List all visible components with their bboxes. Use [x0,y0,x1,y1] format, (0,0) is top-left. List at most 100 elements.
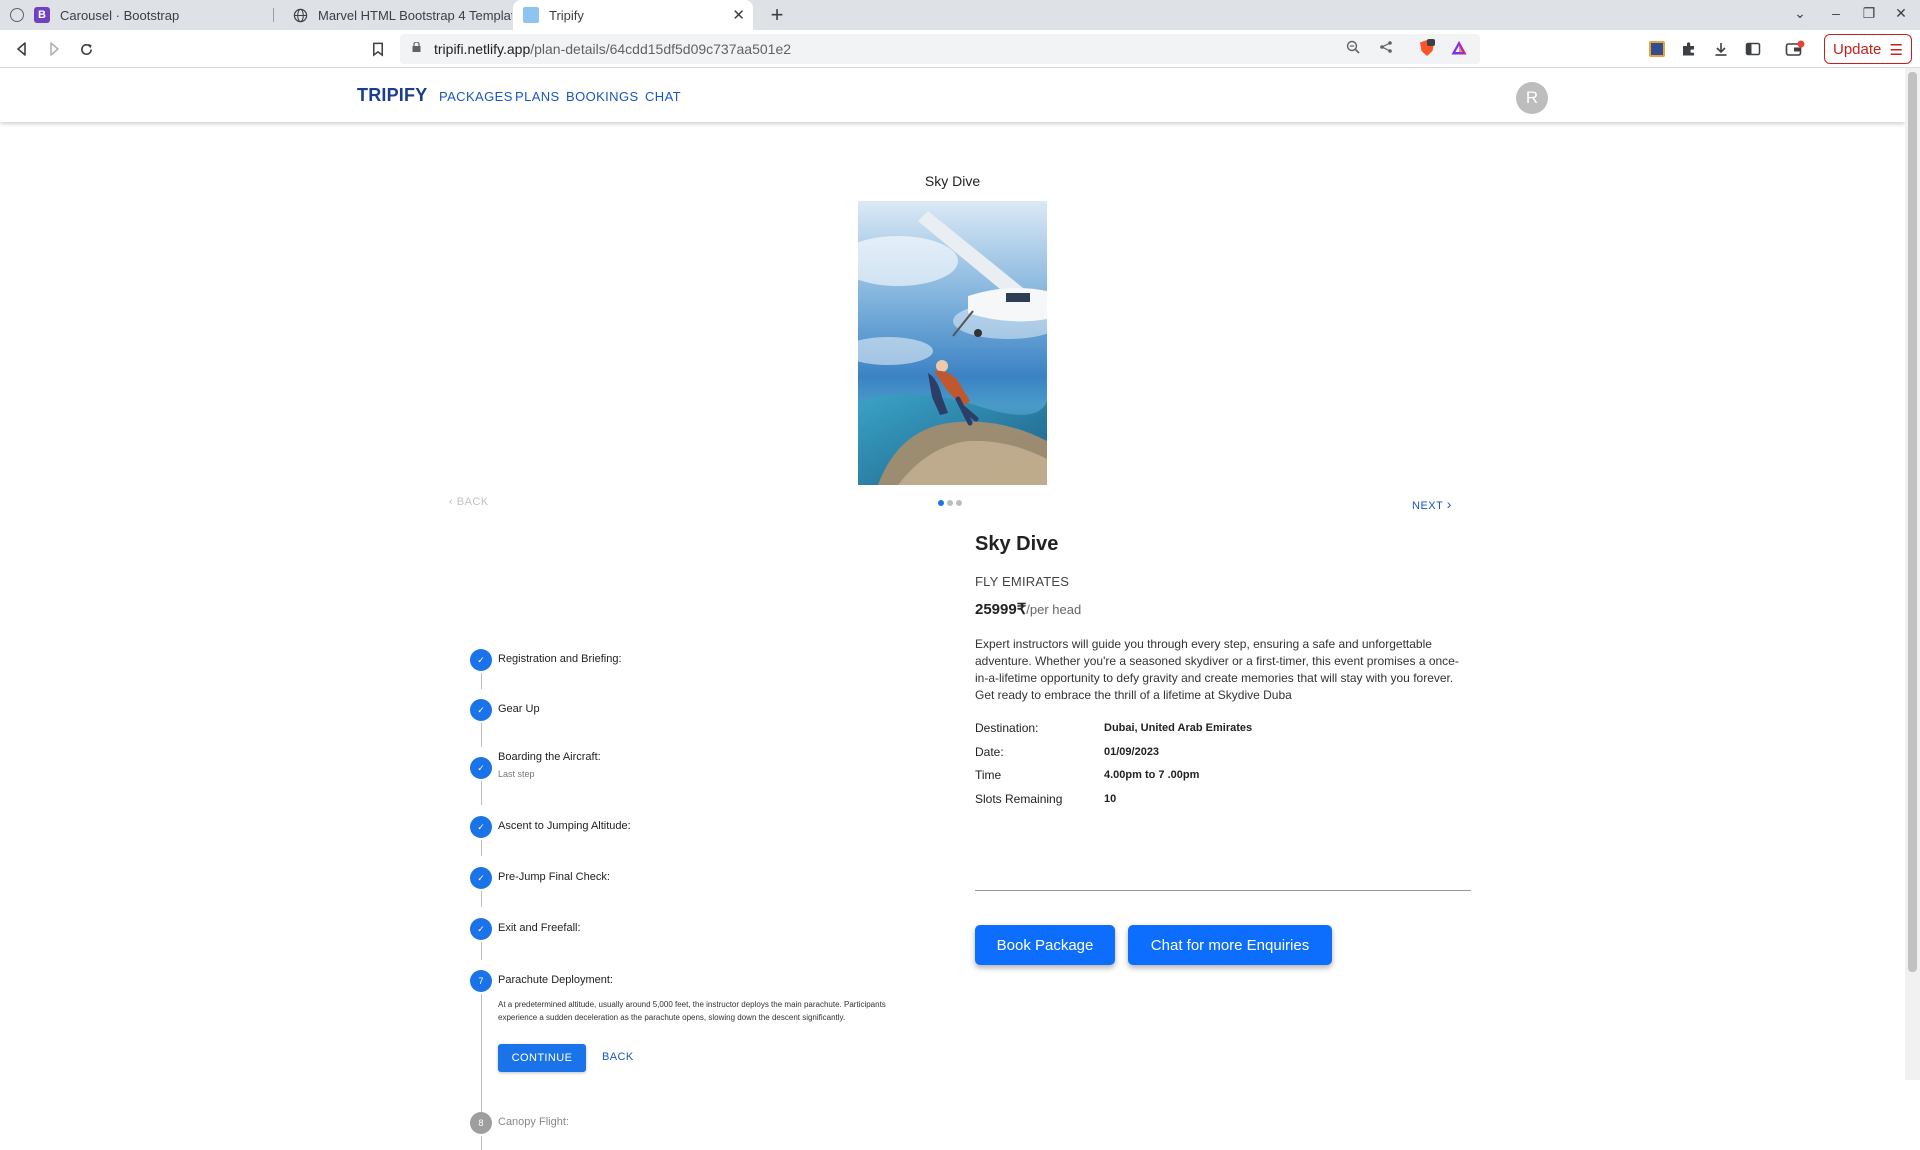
chevron-right-icon: › [1446,496,1452,512]
back-icon[interactable] [10,37,34,61]
window-close-icon[interactable]: ✕ [1892,5,1910,22]
openai-icon [10,8,24,22]
app-header: TRIPIFY PACKAGES PLANS BOOKINGS CHAT R [0,68,1905,122]
check-icon: ✓ [470,649,492,671]
step-sublabel: Last step [498,769,535,779]
check-icon: ✓ [470,699,492,721]
package-title: Sky Dive [975,533,1059,555]
step-connector [481,891,482,907]
nav-plans[interactable]: PLANS [515,89,560,104]
carousel-dot[interactable] [956,500,962,506]
step-number-icon: 7 [470,970,492,992]
detail-value: 10 [1104,793,1117,805]
nav-bookings[interactable]: BOOKINGS [566,89,639,104]
book-package-button[interactable]: Book Package [975,925,1115,965]
step-connector [481,673,482,689]
skydive-photo [858,201,1047,485]
step-label: Gear Up [498,703,540,715]
step-connector [481,1136,482,1150]
browser-tab-strip: B Carousel · Bootstrap Marvel HTML Boots… [0,0,1920,30]
browser-tab-active[interactable]: Tripify ✕ [513,0,753,30]
sidebar-icon[interactable] [1742,38,1764,60]
tab-search-icon[interactable]: ⌄ [1791,5,1809,22]
share-icon[interactable] [1379,40,1393,58]
detail-key: Date: [975,745,1004,759]
price-unit: /per head [1026,602,1082,617]
carousel-next-button[interactable]: NEXT › [1412,496,1452,512]
price-value: 25999₹ [975,601,1027,618]
brave-shield-icon[interactable] [1418,39,1436,61]
carousel-back-button[interactable]: ‹ BACK [449,496,489,508]
brand-logo[interactable]: TRIPIFY [357,85,427,106]
update-label: Update [1833,40,1882,58]
carousel-dot[interactable] [947,500,953,506]
page-viewport: TRIPIFY PACKAGES PLANS BOOKINGS CHAT R S… [0,68,1905,1150]
step-description: At a predetermined altitude, usually aro… [498,1000,886,1022]
detail-key: Time [975,768,1002,782]
close-tab-icon[interactable]: ✕ [732,6,745,24]
bookmark-icon[interactable] [366,37,390,61]
tab-title: Carousel · Bootstrap [60,7,180,23]
step-label: Ascent to Jumping Altitude: [498,820,631,832]
wallet-icon[interactable] [1784,38,1806,60]
avatar[interactable]: R [1516,82,1548,114]
step-connector [481,840,482,856]
browser-tab[interactable]: B Carousel · Bootstrap [0,0,272,30]
url-host: tripifi.netlify.app [434,41,531,57]
restore-icon[interactable]: ❐ [1860,5,1878,22]
check-icon: ✓ [470,816,492,838]
browser-tab[interactable]: Marvel HTML Bootstrap 4 Templat [282,0,512,30]
step-label: Boarding the Aircraft: [498,751,601,763]
bootstrap-icon: B [34,7,50,23]
check-icon: ✓ [470,757,492,779]
tab-title: Tripify [549,7,584,23]
puzzle-icon[interactable] [1678,38,1700,60]
package-organizer: FLY EMIRATES [975,574,1070,589]
step-connector [481,994,482,1112]
carousel-dots [938,500,962,506]
step-label: Parachute Deployment: [498,974,613,986]
step-connector [481,942,482,960]
carousel-dot[interactable] [938,500,944,506]
zoom-icon[interactable] [1346,40,1360,58]
scrollbar-thumb[interactable] [1908,72,1917,972]
forward-icon[interactable] [42,37,66,61]
brave-rewards-icon[interactable] [1450,39,1468,61]
update-button[interactable]: Update ☰ [1824,34,1912,64]
detail-key: Destination: [975,721,1039,735]
menu-icon[interactable]: ☰ [1890,41,1903,59]
nav-chat[interactable]: CHAT [645,89,681,104]
address-bar[interactable]: tripifi.netlify.app/plan-details/64cdd15… [400,34,1480,64]
check-icon: ✓ [470,918,492,940]
page-scrollbar[interactable] [1905,68,1920,1080]
detail-value: Dubai, United Arab Emirates [1104,722,1253,734]
chevron-left-icon: ‹ [449,496,454,508]
carousel-title: Sky Dive [0,173,1905,189]
check-icon: ✓ [470,867,492,889]
download-icon[interactable] [1710,38,1732,60]
step-label: Exit and Freefall: [498,922,581,934]
step-back-button[interactable]: BACK [602,1051,634,1063]
carousel-back-label: BACK [456,496,489,508]
divider [975,890,1471,891]
lock-icon[interactable] [412,42,421,52]
continue-button[interactable]: CONTINUE [498,1044,586,1072]
detail-value: 4.00pm to 7 .00pm [1104,769,1200,781]
carousel-next-label: NEXT [1412,500,1444,512]
reload-icon[interactable] [74,37,98,61]
tab-title: Marvel HTML Bootstrap 4 Templat [318,7,512,23]
step-connector [481,723,482,747]
minimize-icon[interactable]: – [1827,5,1845,21]
globe-icon [292,7,308,23]
carousel-image [858,201,1047,485]
step-number-icon: 8 [470,1112,492,1134]
step-label: Canopy Flight: [498,1116,569,1128]
detail-key: Slots Remaining [975,792,1063,806]
detail-value: 01/09/2023 [1104,746,1160,758]
nav-packages[interactable]: PACKAGES [439,89,513,104]
chat-enquiries-button[interactable]: Chat for more Enquiries [1128,925,1332,965]
new-tab-button[interactable]: + [764,2,790,28]
url-text: tripifi.netlify.app/plan-details/64cdd15… [434,41,791,57]
extension-icon[interactable] [1646,38,1668,60]
url-path: /plan-details/64cdd15df5d09c737aa501e2 [530,41,792,57]
